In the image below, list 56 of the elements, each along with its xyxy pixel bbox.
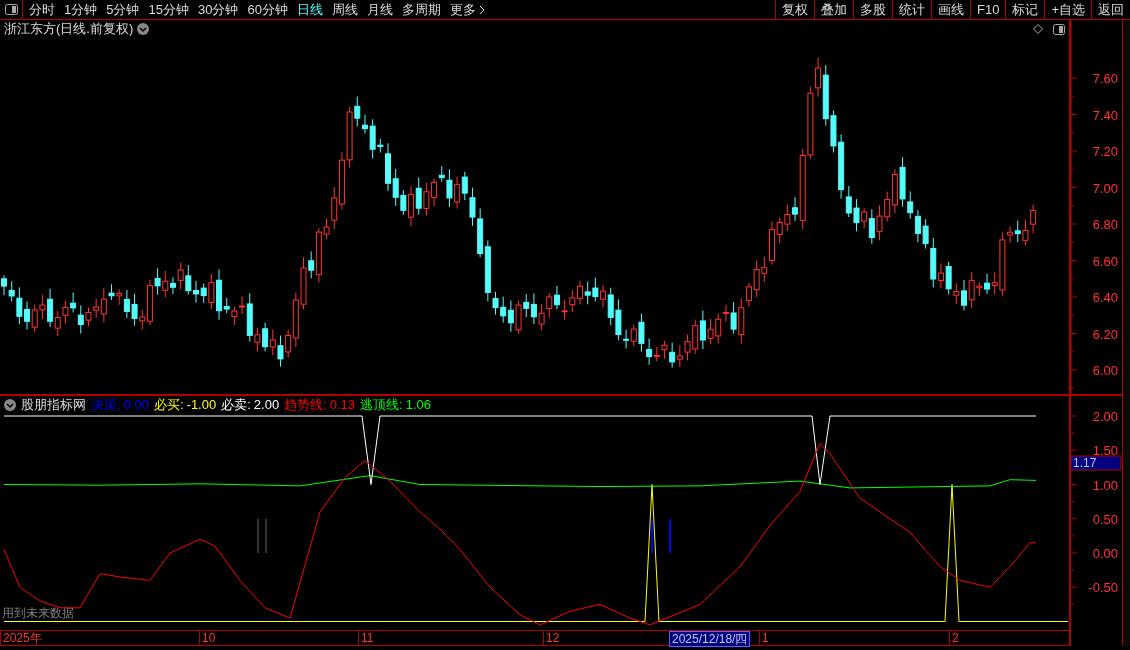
price-axis-label: 6.60	[1092, 253, 1118, 269]
date-axis-label: 1	[759, 631, 769, 645]
cursor-value-label: 1.17	[1071, 455, 1122, 471]
legend-entry: 决策: 0.00	[91, 396, 149, 415]
toolbar-button[interactable]: 返回	[1091, 0, 1130, 19]
legend-entry: 必买: -1.00	[153, 396, 217, 415]
toolbar-button[interactable]: 统计	[892, 0, 931, 19]
date-axis-label: 10	[199, 631, 216, 645]
price-axis-label: 7.20	[1092, 144, 1118, 159]
toolbar-button[interactable]: 画线	[931, 0, 970, 19]
panel-icon	[4, 4, 18, 15]
panel-icon[interactable]	[1053, 23, 1065, 35]
cursor-date-label: 2025/12/18/四	[669, 631, 751, 647]
price-axis-label: 6.20	[1092, 326, 1118, 342]
period-tab[interactable]: 多周期	[401, 0, 441, 20]
legend-entry: 逃顶线: 1.06	[360, 396, 431, 415]
indicator-axis-label: 2.00	[1092, 409, 1118, 424]
chevron-down-icon[interactable]	[4, 399, 16, 411]
period-tab[interactable]: 30分钟	[197, 0, 239, 20]
future-data-notice: 用到未来数据	[2, 607, 74, 619]
date-axis-label: 2	[949, 631, 959, 645]
legend-entry: 必卖: 2.00	[221, 396, 280, 415]
period-tab[interactable]: 60分钟	[247, 0, 288, 20]
period-tab[interactable]: 分时	[29, 0, 55, 20]
period-tab[interactable]: 15分钟	[148, 0, 189, 20]
price-axis-label: 6.40	[1092, 290, 1118, 305]
price-axis-label: 7.60	[1092, 71, 1118, 86]
indicator-axis-label: -0.50	[1088, 580, 1118, 596]
toolbar-button[interactable]: F10	[970, 0, 1006, 19]
diamond-icon[interactable]	[1033, 24, 1043, 34]
chevron-down-icon[interactable]	[137, 23, 150, 35]
toolbar-button[interactable]: +自选	[1044, 0, 1091, 19]
indicator-axis-label: 1.00	[1092, 477, 1118, 493]
date-axis-label: 11	[358, 631, 374, 645]
indicator-name: 股朋指标网	[21, 396, 86, 415]
period-tab[interactable]: 日线	[296, 0, 323, 20]
indicator-axis-label: 0.50	[1092, 511, 1118, 527]
chart-title: 浙江东方(日线.前复权)	[4, 20, 134, 39]
date-axis-label: 12	[543, 631, 560, 645]
period-tab[interactable]: 周线	[331, 0, 358, 20]
period-tab[interactable]: 5分钟	[106, 0, 140, 20]
period-tab[interactable]: 月线	[366, 0, 393, 20]
price-axis-label: 7.40	[1092, 107, 1118, 123]
toolbar-button[interactable]: 标记	[1005, 0, 1045, 19]
toolbar-button[interactable]: 多股	[853, 0, 892, 19]
toolbar-button[interactable]: 叠加	[814, 0, 853, 19]
price-axis-label: 6.00	[1092, 363, 1118, 378]
more-tab[interactable]: 更多	[449, 0, 485, 20]
price-axis-label: 6.80	[1092, 217, 1118, 232]
period-tab[interactable]: 1分钟	[64, 0, 98, 20]
price-axis-label: 7.00	[1092, 180, 1118, 196]
date-axis-label: 2025年	[0, 631, 42, 645]
legend-entry: 趋势线: 0.13	[284, 396, 356, 415]
indicator-axis-label: 0.00	[1092, 546, 1118, 561]
toolbar-button[interactable]: 复权	[775, 0, 814, 19]
chevron-right-icon	[478, 4, 485, 15]
